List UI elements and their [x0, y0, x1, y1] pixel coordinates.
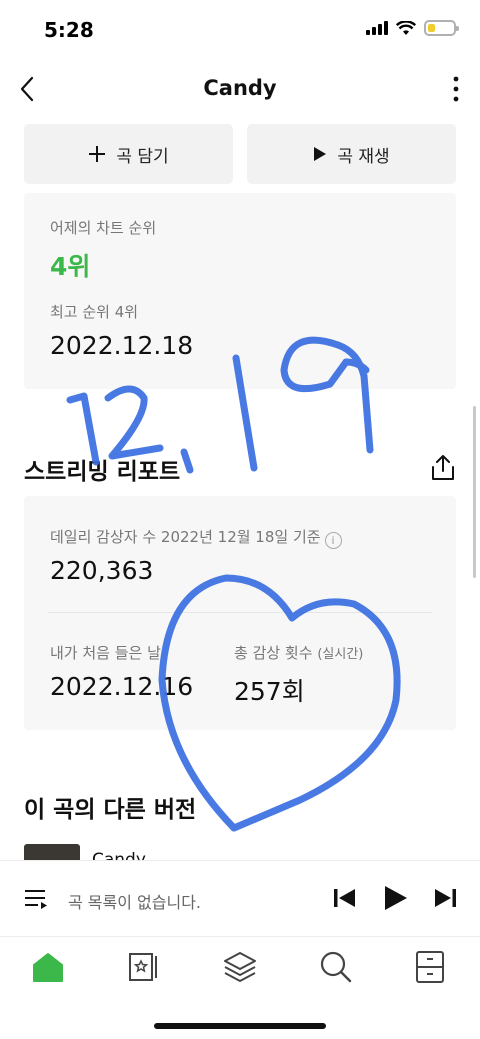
- battery-level: [428, 24, 435, 32]
- share-icon[interactable]: [430, 454, 456, 482]
- layers-icon[interactable]: [222, 949, 258, 985]
- daily-listeners-value: 220,363: [50, 556, 154, 585]
- yesterday-rank-value: 4위: [50, 252, 91, 281]
- add-song-label: 곡 담기: [116, 146, 169, 167]
- total-plays-label: 총 감상 횟수 (실시간): [234, 642, 363, 663]
- wifi-icon: [396, 20, 416, 35]
- page-title: Candy: [203, 76, 277, 100]
- daily-listeners-label-text: 데일리 감상자 수 2022년 12월 18일 기준: [50, 528, 321, 546]
- divider: [48, 612, 432, 613]
- next-icon[interactable]: [430, 883, 460, 913]
- play-song-button[interactable]: 곡 재생: [247, 124, 456, 184]
- playlist-icon[interactable]: [24, 885, 50, 913]
- more-vertical-icon[interactable]: [450, 74, 462, 104]
- plus-icon: [89, 146, 106, 162]
- scrollbar[interactable]: [473, 406, 476, 578]
- bottom-nav: [0, 936, 480, 1039]
- streaming-report-card: 데일리 감상자 수 2022년 12월 18일 기준 i 220,363 내가 처…: [24, 496, 456, 730]
- total-plays-value: 257회: [234, 677, 305, 706]
- total-plays-label-suffix: (실시간): [317, 647, 364, 662]
- streaming-report-title: 스트리밍 리포트: [24, 459, 181, 485]
- add-song-button[interactable]: 곡 담기: [24, 124, 233, 184]
- empty-queue-text: 곡 목록이 없습니다.: [68, 893, 202, 912]
- info-icon[interactable]: i: [324, 532, 342, 549]
- home-icon[interactable]: [30, 949, 66, 985]
- library-icon[interactable]: [126, 949, 162, 985]
- play-icon[interactable]: [380, 883, 410, 913]
- chart-rank-card: 어제의 차트 순위 4위 최고 순위 4위 2022.12.18: [24, 193, 456, 389]
- battery-icon: [424, 20, 459, 36]
- list-item[interactable]: Candy: [24, 844, 456, 860]
- storage-icon[interactable]: [412, 949, 448, 985]
- play-icon: [314, 147, 327, 161]
- version-name: Candy: [92, 850, 146, 860]
- header: Candy: [0, 64, 480, 114]
- other-versions-title: 이 곡의 다른 버전: [24, 797, 197, 823]
- status-time: 5:28: [44, 18, 94, 42]
- status-bar: 5:28: [0, 0, 480, 60]
- search-icon[interactable]: [318, 949, 354, 985]
- best-rank-date: 2022.12.18: [50, 331, 194, 360]
- best-rank-label: 최고 순위 4위: [50, 303, 139, 321]
- yesterday-rank-label: 어제의 차트 순위: [50, 219, 157, 237]
- signal-icon: [366, 21, 388, 35]
- status-icons: [366, 20, 459, 36]
- previous-icon[interactable]: [330, 883, 360, 913]
- first-listen-value: 2022.12.16: [50, 672, 194, 701]
- total-plays-label-text: 총 감상 횟수: [234, 644, 313, 662]
- home-indicator: [154, 1023, 326, 1029]
- first-listen-label: 내가 처음 들은 날: [50, 644, 161, 662]
- action-buttons: 곡 담기 곡 재생: [24, 124, 456, 184]
- play-song-label: 곡 재생: [337, 146, 390, 167]
- album-thumbnail: [24, 844, 80, 860]
- mini-player: 곡 목록이 없습니다.: [0, 860, 480, 936]
- daily-listeners-label: 데일리 감상자 수 2022년 12월 18일 기준 i: [50, 526, 342, 549]
